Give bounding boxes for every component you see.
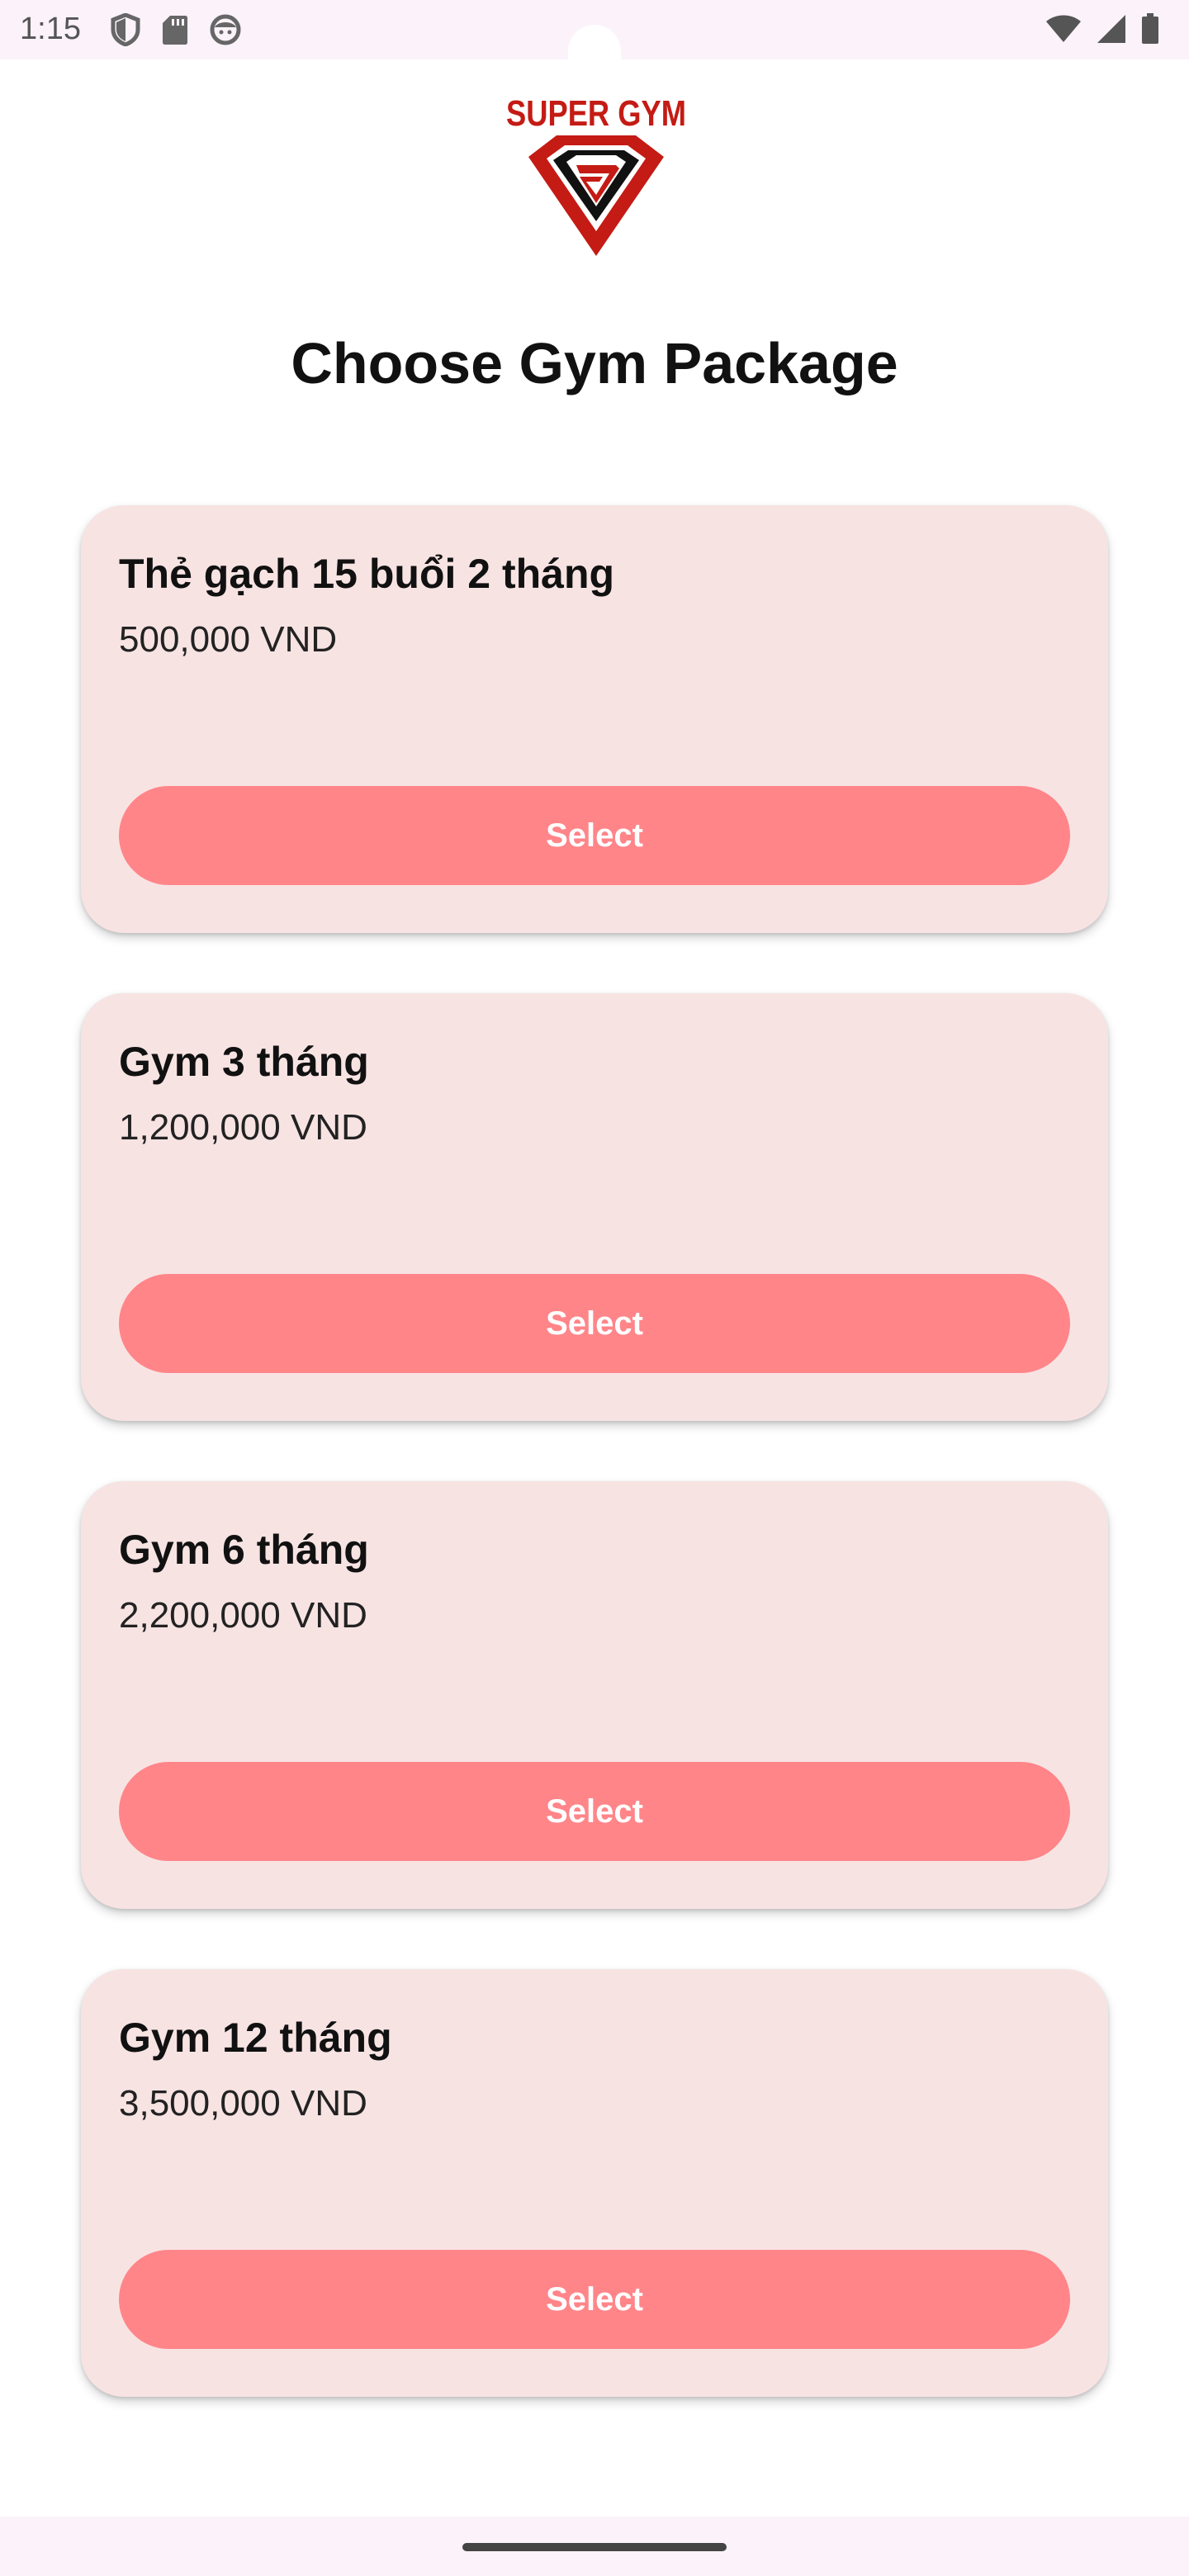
select-package-button[interactable]: Select <box>119 786 1070 885</box>
select-package-button[interactable]: Select <box>119 1762 1070 1861</box>
package-name: Gym 12 tháng <box>119 2015 392 2061</box>
shield-icon <box>111 12 140 50</box>
package-name: Thẻ gạch 15 buổi 2 tháng <box>119 551 615 597</box>
package-price: 500,000 VND <box>119 619 338 660</box>
status-icons-left <box>111 12 241 50</box>
status-icons-right <box>1045 13 1159 49</box>
signal-icon <box>1097 14 1126 48</box>
status-time: 1:15 <box>20 12 81 46</box>
package-price: 1,200,000 VND <box>119 1107 367 1148</box>
package-price: 2,200,000 VND <box>119 1595 367 1636</box>
select-package-button[interactable]: Select <box>119 2250 1070 2349</box>
wifi-icon <box>1045 14 1082 48</box>
package-name: Gym 6 tháng <box>119 1527 369 1573</box>
package-card: Gym 3 tháng 1,200,000 VND Select <box>81 993 1108 1421</box>
home-indicator[interactable] <box>462 2543 727 2551</box>
select-package-button[interactable]: Select <box>119 1274 1070 1373</box>
svg-text:SUPER GYM: SUPER GYM <box>506 93 686 134</box>
super-gym-logo: SUPER GYM <box>500 89 692 261</box>
package-card: Gym 12 tháng 3,500,000 VND Select <box>81 1969 1108 2397</box>
sd-card-icon <box>162 14 188 50</box>
page-title: Choose Gym Package <box>291 331 898 395</box>
face-icon <box>210 14 241 50</box>
battery-icon <box>1141 13 1159 49</box>
navigation-bar <box>0 2517 1189 2576</box>
package-card: Thẻ gạch 15 buổi 2 tháng 500,000 VND Sel… <box>81 505 1108 933</box>
package-price: 3,500,000 VND <box>119 2083 367 2124</box>
package-name: Gym 3 tháng <box>119 1039 369 1085</box>
package-card: Gym 6 tháng 2,200,000 VND Select <box>81 1481 1108 1909</box>
